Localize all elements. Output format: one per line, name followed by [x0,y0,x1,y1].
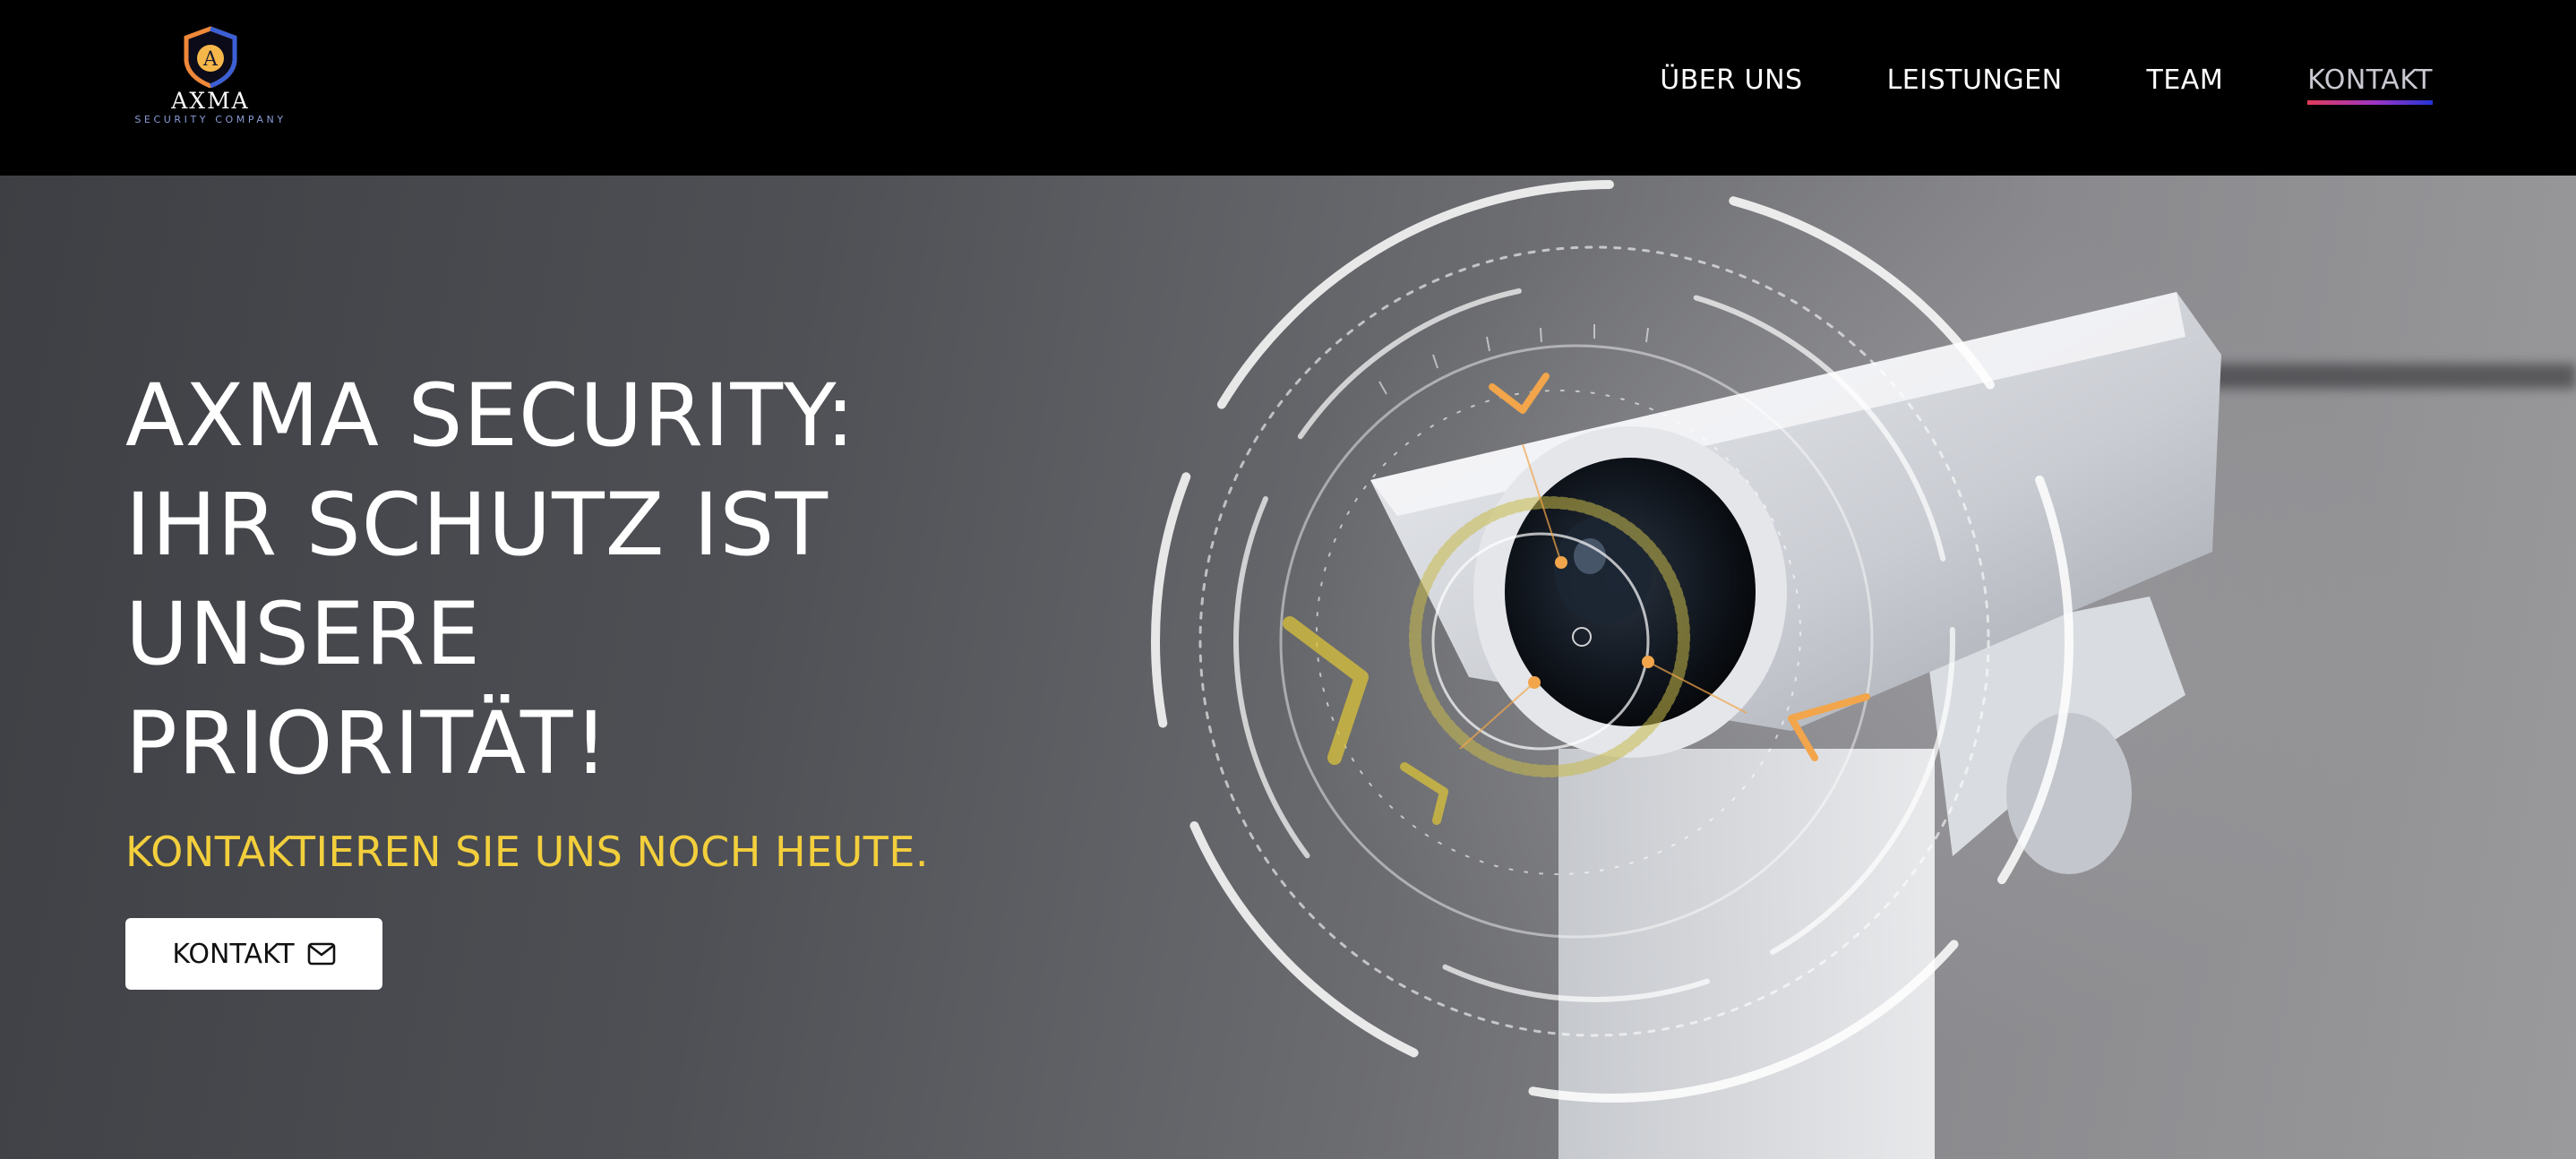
hero-title-line: AXMA SECURITY: [125,365,856,466]
mail-icon [307,942,335,966]
hero-title: AXMA SECURITY: IHR SCHUTZ IST UNSERE PRI… [125,361,1111,798]
nav-item-kontakt[interactable]: KONTAKT [2307,64,2433,105]
nav-item-team[interactable]: TEAM [2147,64,2224,101]
nav-item-leistungen[interactable]: LEISTUNGEN [1887,64,2063,101]
nav-item-ueber-uns[interactable]: ÜBER UNS [1660,64,1802,101]
hero-subtitle: KONTAKTIEREN SIE UNS NOCH HEUTE. [125,828,930,876]
contact-button[interactable]: KONTAKT [125,918,382,990]
hero-title-line: PRIORITÄT! [125,693,610,794]
brand-tagline: SECURITY COMPANY [134,114,287,125]
main-nav: ÜBER UNS LEISTUNGEN TEAM KONTAKT [1660,64,2433,105]
hero-title-line: IHR SCHUTZ IST [125,475,829,575]
brand-logo[interactable]: A AXMA SECURITY COMPANY [134,25,287,133]
svg-text:A: A [202,48,219,71]
site-header: A AXMA SECURITY COMPANY ÜBER UNS LEISTUN… [0,0,2576,176]
contact-button-label: KONTAKT [172,938,295,970]
brand-name: AXMA [171,88,250,114]
hero-title-line: UNSERE [125,584,482,684]
hero-section: AXMA SECURITY: IHR SCHUTZ IST UNSERE PRI… [0,176,2576,1159]
shield-icon: A [184,26,237,88]
